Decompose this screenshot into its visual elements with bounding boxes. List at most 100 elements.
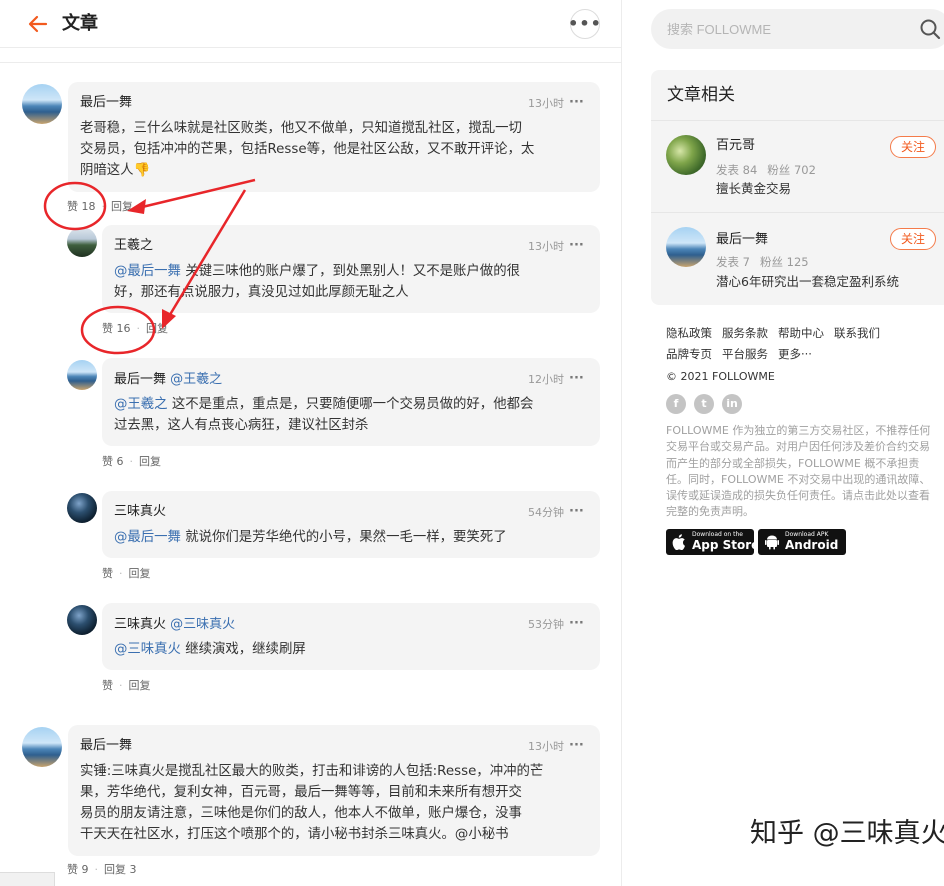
linkedin-icon[interactable]: in xyxy=(722,394,742,414)
avatar[interactable] xyxy=(666,227,706,267)
author-name[interactable]: 最后一舞 xyxy=(716,231,768,249)
footer-link[interactable]: 更多··· xyxy=(778,347,812,361)
bottom-tab[interactable] xyxy=(0,872,55,886)
follow-button[interactable]: 关注 xyxy=(890,136,936,158)
comment-author[interactable]: 最后一舞 xyxy=(80,94,132,112)
related-title: 文章相关 xyxy=(667,85,735,105)
search-input[interactable] xyxy=(667,19,907,39)
separator-dot: · xyxy=(94,863,99,876)
like-button[interactable]: 赞 18 xyxy=(67,200,96,213)
twitter-icon[interactable]: t xyxy=(694,394,714,414)
related-panel: 文章相关 百元哥 发表 84 粉丝 702 擅长黄金交易 关注 最后一舞 发表 7… xyxy=(651,70,944,305)
app-store-button[interactable]: Download on the App Store xyxy=(666,529,759,555)
like-button[interactable]: 赞 9 xyxy=(67,863,89,876)
comment-text-line: @最后一舞 关键三味他的账户爆了，到处黑别人！又不是账户做的很 xyxy=(114,261,520,282)
avatar[interactable] xyxy=(666,135,706,175)
app-store-big: App Store xyxy=(692,538,760,552)
comment-time: 54分钟 xyxy=(528,506,564,519)
avatar[interactable] xyxy=(22,727,62,767)
reply-button[interactable]: 回复 xyxy=(111,200,133,213)
separator-dot: · xyxy=(119,567,123,580)
divider xyxy=(651,120,944,121)
comment-author[interactable]: 最后一舞 xyxy=(80,737,132,755)
like-button[interactable]: 赞 xyxy=(102,679,113,692)
footer-link[interactable]: 联系我们 xyxy=(834,326,880,340)
separator-dot: · xyxy=(129,455,134,468)
author-desc: 潜心6年研究出一套稳定盈利系统 xyxy=(716,274,899,289)
footer-link[interactable]: 服务条款 xyxy=(722,326,768,340)
search-box xyxy=(651,9,944,49)
comment-more-icon[interactable]: ··· xyxy=(569,504,584,520)
avatar[interactable] xyxy=(67,605,97,635)
like-button[interactable]: 赞 xyxy=(102,567,113,580)
reply-button[interactable]: 回复 3 xyxy=(104,863,137,876)
comment-author[interactable]: 王羲之 xyxy=(114,237,153,255)
comment-author-name[interactable]: 最后一舞 xyxy=(114,372,166,387)
fan-count: 粉丝 702 xyxy=(767,163,816,177)
ellipsis-icon: ••• xyxy=(568,14,602,33)
comment-more-icon[interactable]: ··· xyxy=(569,738,584,754)
mention-link[interactable]: @三味真火 xyxy=(114,642,181,657)
avatar[interactable] xyxy=(67,227,97,257)
mention-link[interactable]: @最后一舞 xyxy=(114,264,181,279)
comment-text-line: 过去黑，这人有点丧心病狂，建议社区封杀 xyxy=(114,418,369,433)
reply-button[interactable]: 回复 xyxy=(146,322,168,335)
android-icon xyxy=(765,535,779,550)
comment-text-line: @最后一舞 就说你们是芳华绝代的小号，果然一毛一样，要笑死了 xyxy=(114,527,507,548)
like-button[interactable]: 赞 6 xyxy=(102,455,124,468)
comment-text-line: @王羲之 这不是重点，重点是，只要随便哪一个交易员做的好，他都会 xyxy=(114,394,533,415)
follow-button[interactable]: 关注 xyxy=(890,228,936,250)
comment-text-line: 实锤:三味真火是搅乱社区最大的败类，打击和诽谤的人包括:Resse，冲冲的芒 xyxy=(80,764,544,779)
divider xyxy=(0,62,621,63)
reply-button[interactable]: 回复 xyxy=(129,567,151,580)
search-icon[interactable] xyxy=(919,18,941,40)
reply-button[interactable]: 回复 xyxy=(139,455,161,468)
comment-actions: 赞 18 · 回复 xyxy=(67,199,133,215)
disclaimer[interactable]: FOLLOWME 作为独立的第三方交易社区，不推荐任何交易平台或交易产品。对用户… xyxy=(666,423,934,521)
comment-more-icon[interactable]: ··· xyxy=(569,616,584,632)
divider xyxy=(651,212,944,213)
more-options-button[interactable]: ••• xyxy=(568,9,602,39)
android-big: Android xyxy=(785,538,839,552)
footer-link[interactable]: 品牌专页 xyxy=(666,347,712,361)
author-desc: 擅长黄金交易 xyxy=(716,181,792,196)
apple-icon xyxy=(672,534,685,550)
mention-link[interactable]: @王羲之 xyxy=(114,397,168,412)
comment-more-icon[interactable]: ··· xyxy=(569,371,584,387)
avatar[interactable] xyxy=(67,360,97,390)
comment-author-name[interactable]: 三味真火 xyxy=(114,617,166,632)
article-header: 文章 ••• xyxy=(0,0,621,48)
back-arrow-icon[interactable] xyxy=(26,12,50,36)
author-stats: 发表 7 粉丝 125 xyxy=(716,254,819,270)
facebook-icon[interactable]: f xyxy=(666,394,686,414)
mention-link[interactable]: @最后一舞 xyxy=(114,530,181,545)
reply-button[interactable]: 回复 xyxy=(129,679,151,692)
like-button[interactable]: 赞 16 xyxy=(102,322,131,335)
comment-more-icon[interactable]: ··· xyxy=(569,95,584,111)
author-name[interactable]: 百元哥 xyxy=(716,137,755,155)
watermark: 知乎 @三味真火 xyxy=(750,818,944,849)
comment-actions: 赞 9 · 回复 3 xyxy=(67,862,137,878)
mention-link[interactable]: @王羲之 xyxy=(170,372,222,387)
footer-link[interactable]: 隐私政策 xyxy=(666,326,712,340)
mention-link[interactable]: @三味真火 xyxy=(170,617,235,632)
article-panel: 文章 ••• 最后一舞 13小时 ··· 老哥稳，三什么味就是社区败类，他又不做… xyxy=(0,0,622,886)
comment-text-line: 果，芳华绝代，复利女神，百元哥，最后一舞等等，目前和未来所有想开交 xyxy=(80,785,522,800)
fan-count: 粉丝 125 xyxy=(759,255,809,269)
footer-link[interactable]: 帮助中心 xyxy=(778,326,824,340)
comment-author: 三味真火 @三味真火 xyxy=(114,616,235,634)
comment-author[interactable]: 三味真火 xyxy=(114,503,166,521)
avatar[interactable] xyxy=(67,493,97,523)
comment-text: 关键三味他的账户爆了，到处黑别人！又不是账户做的很 xyxy=(180,264,520,279)
footer-link[interactable]: 平台服务 xyxy=(722,347,768,361)
copyright: © 2021 FOLLOWME xyxy=(666,370,775,383)
android-button[interactable]: Download APK Android xyxy=(758,529,846,555)
comment-text-line: 好，那还有点说服力，真没见过如此厚颜无耻之人 xyxy=(114,285,409,300)
comment-text-line: 老哥稳，三什么味就是社区败类，他又不做单，只知道搅乱社区，搅乱一切 xyxy=(80,121,522,136)
comment-actions: 赞 6 · 回复 xyxy=(102,454,161,470)
comment-text: 这不是重点，重点是，只要随便哪一个交易员做的好，他都会 xyxy=(167,397,534,412)
avatar[interactable] xyxy=(22,84,62,124)
comment-more-icon[interactable]: ··· xyxy=(569,238,584,254)
comment-actions: 赞 · 回复 xyxy=(102,566,151,582)
post-count: 发表 7 xyxy=(716,255,750,269)
